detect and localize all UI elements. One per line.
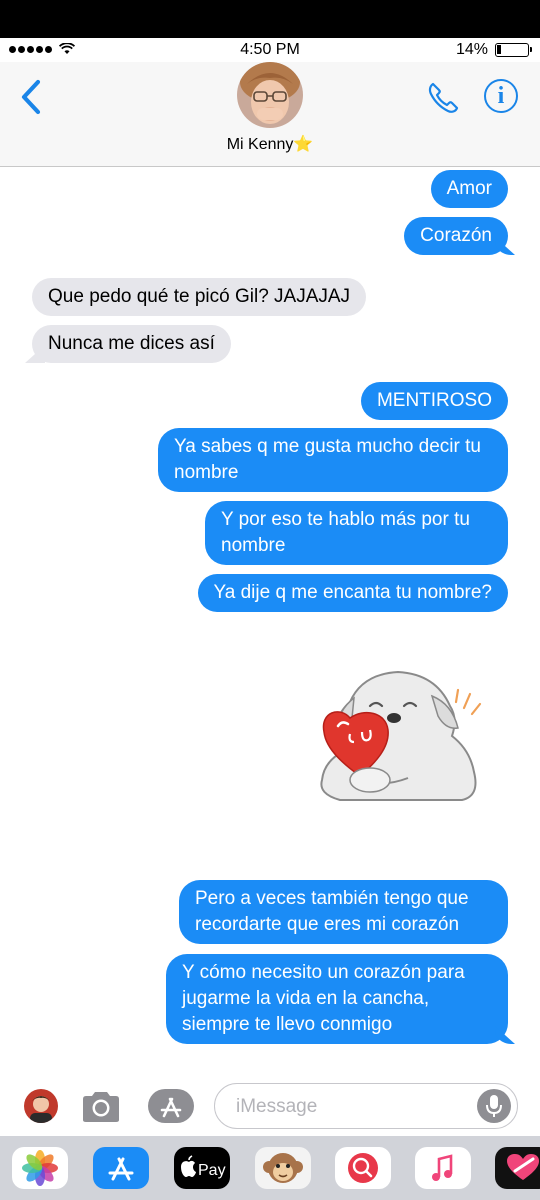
microphone-icon[interactable]	[477, 1089, 511, 1123]
message-bubble-outgoing[interactable]: MENTIROSO	[360, 382, 508, 420]
digital-touch-icon[interactable]	[495, 1147, 540, 1189]
message-input[interactable]: iMessage	[214, 1083, 518, 1129]
user-avatar[interactable]	[24, 1089, 58, 1123]
battery-icon	[495, 43, 532, 57]
battery-percent: 14%	[455, 41, 488, 58]
message-bubble-incoming[interactable]: Que pedo qué te picó Gil? JAJAJAJ	[32, 278, 367, 316]
message-bubble-outgoing[interactable]: Y cómo necesito un corazón para jugarme …	[166, 954, 508, 1044]
message-input-placeholder: iMessage	[236, 1096, 318, 1117]
message-bubble-outgoing[interactable]: Amor	[430, 170, 508, 208]
contact-avatar[interactable]	[237, 62, 303, 128]
apple-pay-label: Pay	[198, 1162, 226, 1179]
message-bubble-outgoing[interactable]: Ya sabes q me gusta mucho decir tu nombr…	[158, 428, 508, 492]
chevron-left-icon[interactable]	[18, 77, 48, 117]
music-icon[interactable]	[415, 1147, 471, 1189]
conversation-header: i Mi Kenny⭐️	[0, 62, 540, 167]
phone-icon[interactable]	[425, 80, 461, 116]
compose-bar: iMessage	[0, 1078, 540, 1136]
app-store-icon[interactable]	[93, 1147, 149, 1189]
app-store-icon[interactable]	[148, 1089, 194, 1123]
message-list: Amor Corazón Que pedo qué te picó Gil? J…	[0, 168, 540, 1078]
contact-name[interactable]: Mi Kenny⭐️	[0, 134, 540, 154]
white-dog-hugging-heart-sticker[interactable]	[312, 668, 482, 810]
info-icon[interactable]: i	[484, 79, 518, 113]
message-bubble-outgoing[interactable]: Ya dije q me encanta tu nombre?	[197, 574, 508, 612]
apple-pay-icon[interactable]: Pay	[174, 1147, 230, 1189]
photos-icon[interactable]	[12, 1147, 68, 1189]
message-bubble-outgoing[interactable]: Pero a veces también tengo que recordart…	[179, 880, 508, 944]
message-bubble-incoming[interactable]: Nunca me dices así	[32, 325, 231, 363]
status-bar: 4:50 PM 14%	[0, 38, 540, 62]
monkey-animoji-icon[interactable]	[255, 1147, 311, 1189]
app-drawer: Pay	[0, 1136, 540, 1200]
camera-icon[interactable]	[80, 1090, 122, 1124]
message-bubble-outgoing[interactable]: Corazón	[404, 217, 508, 255]
top-black-bar	[0, 0, 540, 38]
message-bubble-outgoing[interactable]: Y por eso te hablo más por tu nombre	[205, 501, 508, 565]
web-search-icon[interactable]	[335, 1147, 391, 1189]
